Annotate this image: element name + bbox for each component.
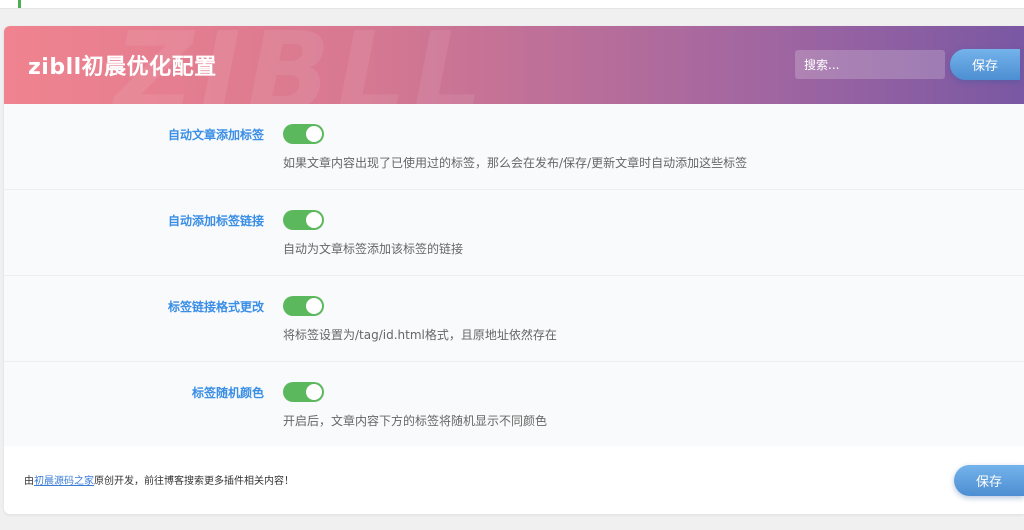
setting-row-random-color: 标签随机颜色 开启后，文章内容下方的标签将随机显示不同颜色 xyxy=(4,362,1024,446)
tag-link-toggle[interactable] xyxy=(283,210,324,230)
search-input[interactable] xyxy=(795,50,945,79)
auto-tag-toggle[interactable] xyxy=(283,124,324,144)
setting-label: 自动文章添加标签 xyxy=(167,128,264,142)
setting-label: 标签随机颜色 xyxy=(191,386,264,400)
settings-panel: ZIBLL zibll初晨优化配置 保存 自动文章添加标签 如果文章内容出现了已… xyxy=(4,26,1024,514)
setting-row-tag-link: 自动添加标签链接 自动为文章标签添加该标签的链接 xyxy=(4,190,1024,276)
save-button-bottom[interactable]: 保存 xyxy=(954,465,1024,496)
toggle-knob xyxy=(306,212,322,228)
toggle-knob xyxy=(306,126,322,142)
active-accent-bar xyxy=(18,0,21,8)
toggle-knob xyxy=(306,298,322,314)
footer-link[interactable]: 初晨源码之家 xyxy=(34,476,94,487)
footer-suffix: 原创开发，前往博客搜索更多插件相关内容！ xyxy=(94,476,294,487)
admin-top-bar xyxy=(0,0,1024,9)
toggle-knob xyxy=(306,384,322,400)
save-button-top[interactable]: 保存 xyxy=(950,49,1020,80)
panel-footer: 由初晨源码之家原创开发，前往博客搜索更多插件相关内容！ 保存 xyxy=(4,446,1024,514)
setting-label: 自动添加标签链接 xyxy=(167,214,264,228)
footer-credit: 由初晨源码之家原创开发，前往博客搜索更多插件相关内容！ xyxy=(24,472,294,487)
tag-link-format-toggle[interactable] xyxy=(283,296,324,316)
setting-description: 自动为文章标签添加该标签的链接 xyxy=(283,242,464,256)
panel-header: ZIBLL zibll初晨优化配置 保存 xyxy=(4,26,1024,104)
footer-prefix: 由 xyxy=(24,476,34,487)
setting-description: 如果文章内容出现了已使用过的标签，那么会在发布/保存/更新文章时自动添加这些标签 xyxy=(283,156,748,170)
setting-row-tag-link-format: 标签链接格式更改 将标签设置为/tag/id.html格式，且原地址依然存在 xyxy=(4,276,1024,362)
random-color-toggle[interactable] xyxy=(283,382,324,402)
settings-list: 自动文章添加标签 如果文章内容出现了已使用过的标签，那么会在发布/保存/更新文章… xyxy=(4,104,1024,446)
setting-description: 开启后，文章内容下方的标签将随机显示不同颜色 xyxy=(283,414,548,428)
setting-label: 标签链接格式更改 xyxy=(167,300,264,314)
setting-row-auto-tag: 自动文章添加标签 如果文章内容出现了已使用过的标签，那么会在发布/保存/更新文章… xyxy=(4,104,1024,190)
setting-description: 将标签设置为/tag/id.html格式，且原地址依然存在 xyxy=(283,328,557,342)
page-title: zibll初晨优化配置 xyxy=(28,55,217,80)
